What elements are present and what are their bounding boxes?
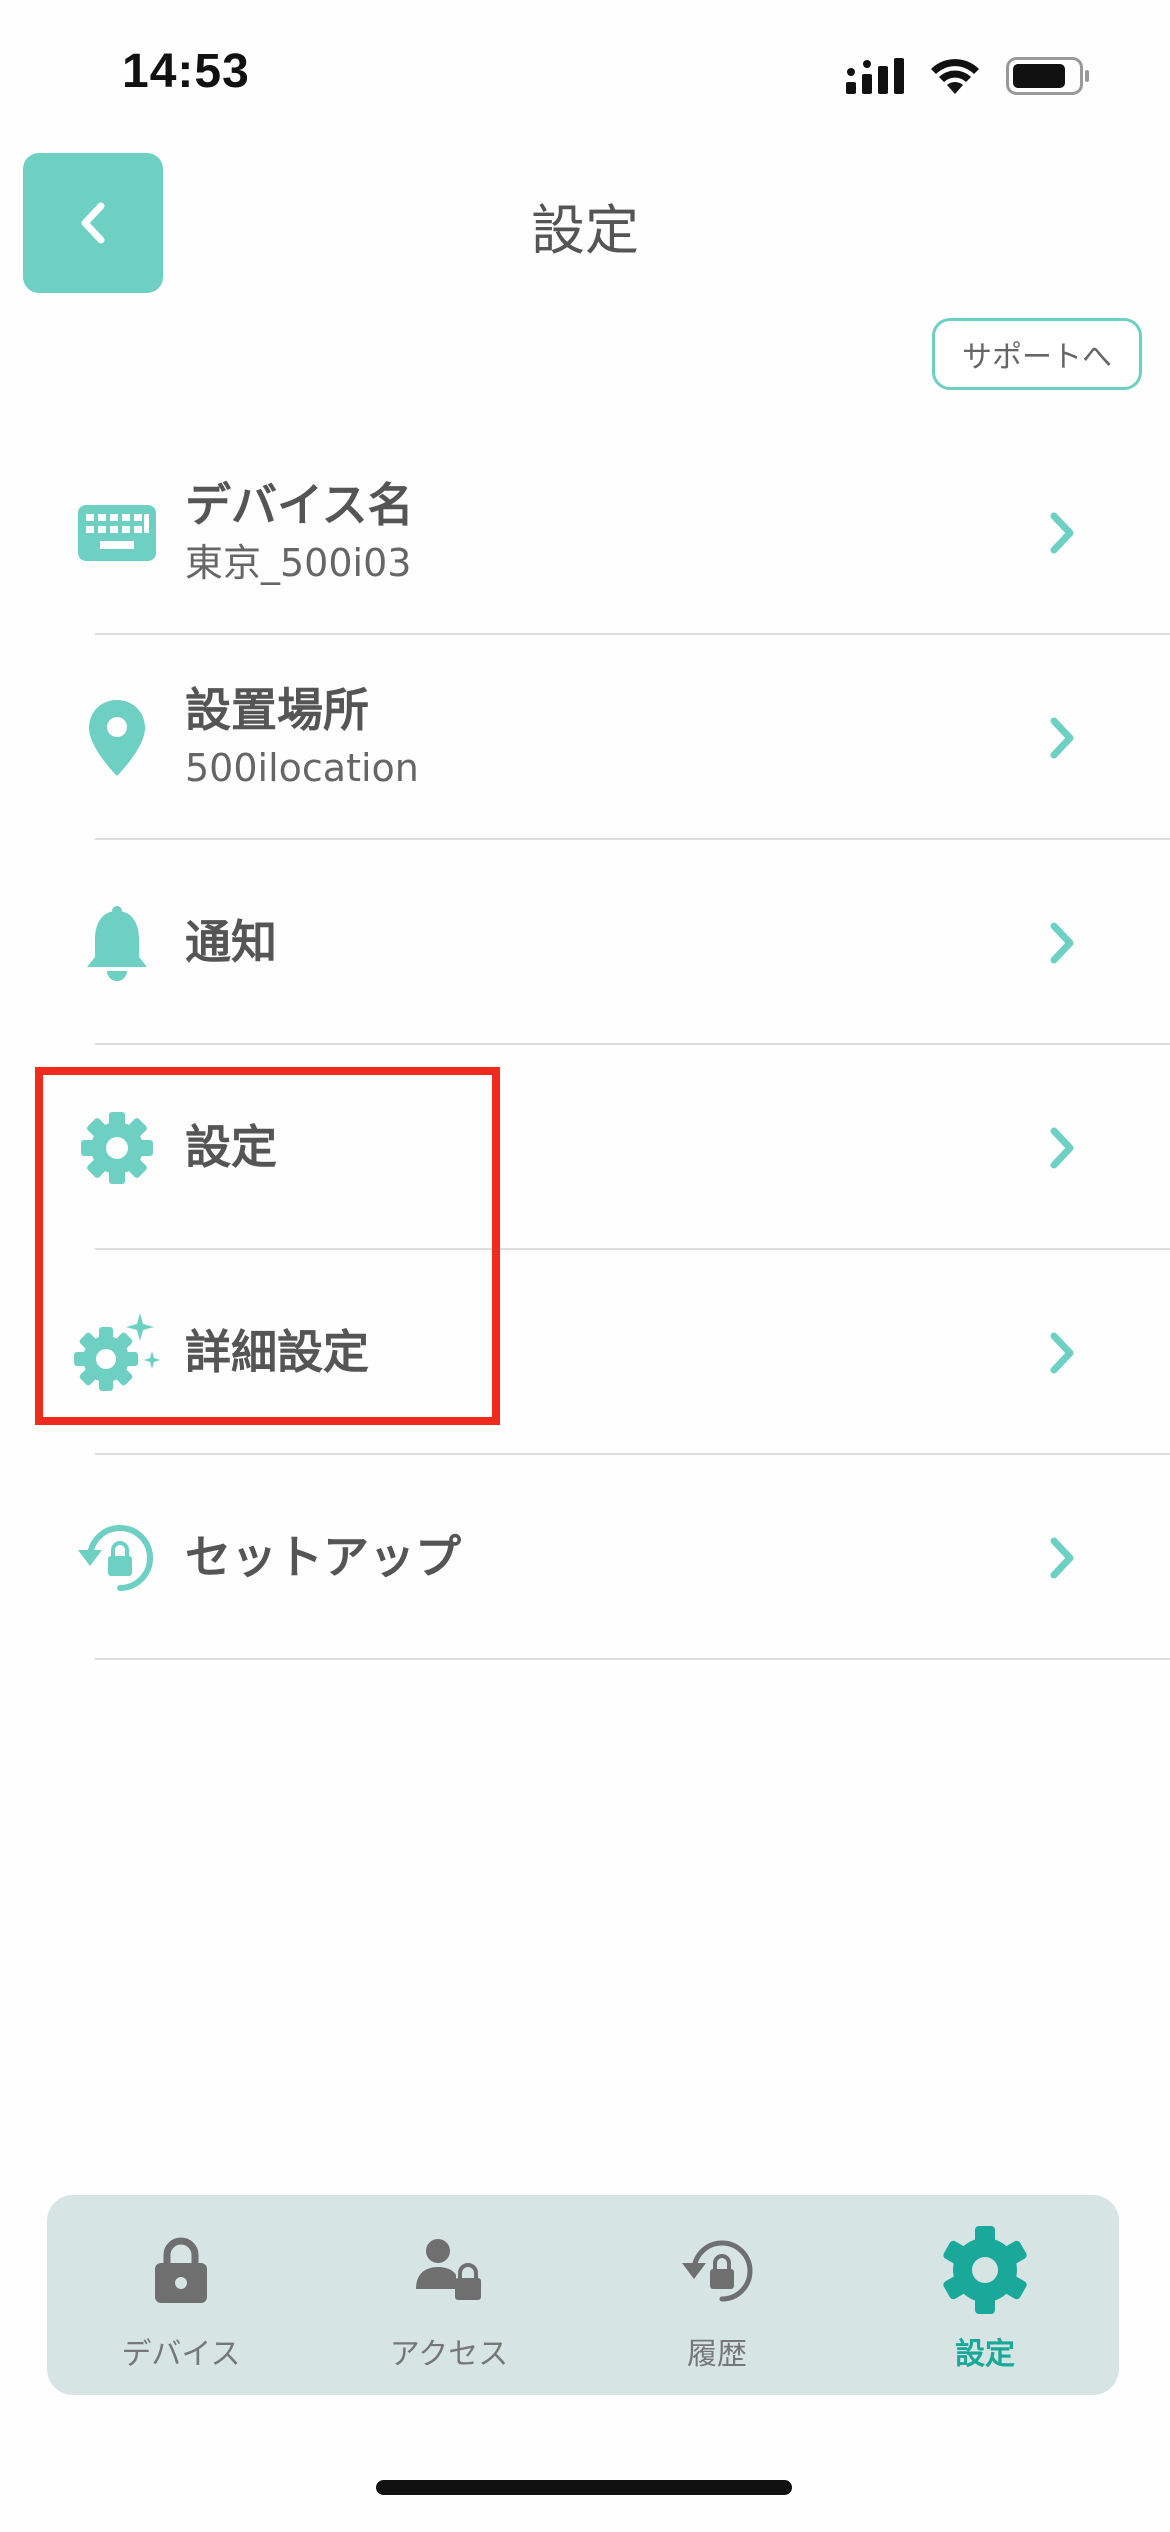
status-icons: [846, 56, 1090, 96]
setup-lock-icon: [74, 1515, 160, 1601]
page-title: 設定: [531, 199, 639, 262]
history-icon: [672, 2225, 762, 2315]
chevron-right-icon: [1050, 1537, 1074, 1578]
menu-item-label: 設定: [185, 1119, 277, 1174]
chevron-right-icon: [1050, 1332, 1074, 1373]
wifi-icon: [931, 59, 979, 94]
tab-label: デバイス: [121, 2337, 241, 2372]
tab-access[interactable]: アクセス: [315, 2195, 583, 2395]
menu-item-value: 東京_500i03: [185, 541, 412, 586]
gear-icon: [74, 1105, 160, 1191]
support-button[interactable]: サポートへ: [932, 318, 1142, 390]
home-indicator: [376, 2480, 792, 2495]
menu-item-notifications[interactable]: 通知: [0, 840, 1170, 1045]
tab-label: 履歴: [687, 2337, 747, 2372]
tab-devices[interactable]: デバイス: [47, 2195, 315, 2395]
menu-item-device-name[interactable]: デバイス名 東京_500i03: [0, 430, 1170, 635]
chevron-right-icon: [1050, 922, 1074, 963]
lock-icon: [136, 2225, 226, 2315]
menu-item-label: 詳細設定: [185, 1324, 369, 1379]
divider: [95, 1658, 1170, 1660]
battery-icon: [1006, 57, 1089, 95]
settings-menu-list: デバイス名 東京_500i03 設置場所 500ilocation 通知 設定 …: [0, 430, 1170, 1660]
gear-icon: [940, 2225, 1030, 2315]
settings-screen: 14:53 設定 サポートへ デバイス名 東京_500i03 設置場所 500i…: [0, 0, 1170, 2532]
status-time: 14:53: [122, 45, 250, 98]
cellular-signal-icon: [846, 58, 904, 94]
menu-item-label: 通知: [185, 914, 277, 969]
chevron-right-icon: [1050, 1127, 1074, 1168]
tab-label: アクセス: [389, 2337, 509, 2372]
gear-sparkle-icon: [74, 1310, 160, 1396]
tab-settings[interactable]: 設定: [851, 2195, 1119, 2395]
chevron-right-icon: [1050, 717, 1074, 758]
tab-history[interactable]: 履歴: [583, 2195, 851, 2395]
menu-item-setup[interactable]: セットアップ: [0, 1455, 1170, 1660]
chevron-right-icon: [1050, 512, 1074, 553]
menu-item-advanced-settings[interactable]: 詳細設定: [0, 1250, 1170, 1455]
bottom-tab-bar: デバイス アクセス 履歴 設定: [47, 2195, 1119, 2395]
tab-label: 設定: [955, 2337, 1015, 2372]
menu-item-value: 500ilocation: [185, 746, 419, 791]
keyboard-icon: [74, 490, 160, 576]
bell-icon: [74, 900, 160, 986]
menu-item-settings[interactable]: 設定: [0, 1045, 1170, 1250]
menu-item-location[interactable]: 設置場所 500ilocation: [0, 635, 1170, 840]
menu-item-label: セットアップ: [185, 1529, 461, 1584]
user-lock-icon: [404, 2225, 494, 2315]
location-pin-icon: [74, 695, 160, 781]
menu-item-label: 設置場所: [185, 683, 369, 738]
status-bar: 14:53: [0, 0, 1170, 150]
menu-item-label: デバイス名: [185, 478, 414, 533]
